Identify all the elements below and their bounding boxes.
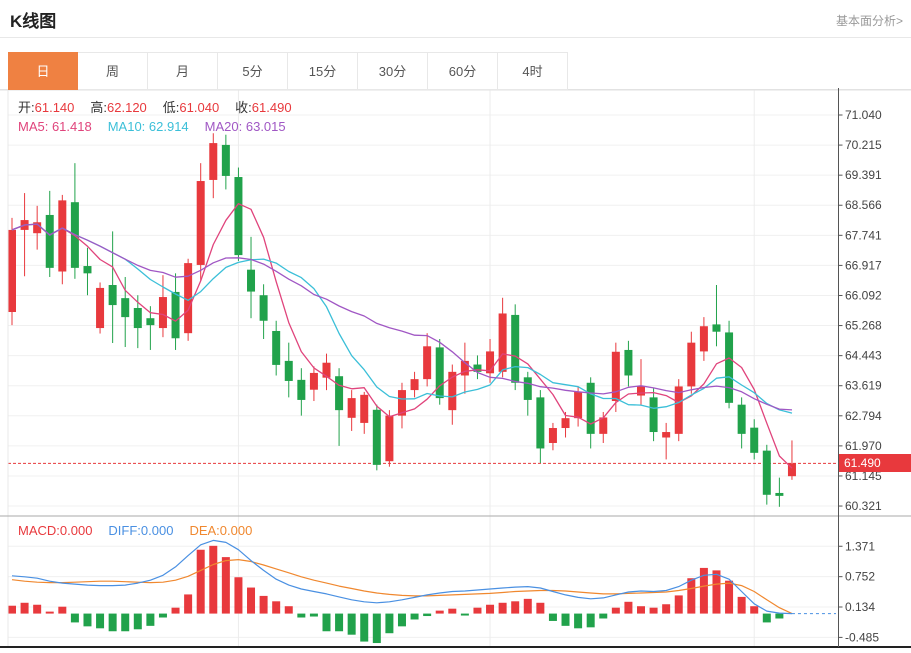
svg-text:66.917: 66.917	[845, 258, 882, 272]
svg-text:60.321: 60.321	[845, 499, 882, 513]
high-readout: 高:62.120	[90, 100, 147, 115]
svg-text:70.215: 70.215	[845, 138, 882, 152]
ma-legend: MA5: 61.418 MA10: 62.914 MA20: 63.015	[18, 119, 286, 134]
svg-text:66.092: 66.092	[845, 288, 882, 302]
open-readout: 开:61.140	[18, 100, 75, 115]
ma10-readout: MA10: 62.914	[107, 119, 189, 134]
close-readout: 收:61.490	[235, 100, 292, 115]
tab-week[interactable]: 周	[78, 52, 148, 90]
ma20-readout: MA20: 63.015	[204, 119, 286, 134]
tab-month[interactable]: 月	[148, 52, 218, 90]
last-price-badge: 61.490	[839, 454, 911, 472]
ma5-readout: MA5: 61.418	[18, 119, 92, 134]
svg-text:0.752: 0.752	[845, 570, 875, 584]
svg-text:61.970: 61.970	[845, 439, 882, 453]
svg-text:-0.485: -0.485	[845, 630, 879, 644]
tab-15min[interactable]: 15分	[288, 52, 358, 90]
low-readout: 低:61.040	[162, 100, 220, 115]
tab-60min[interactable]: 60分	[428, 52, 498, 90]
tab-30min[interactable]: 30分	[358, 52, 428, 90]
tab-5min[interactable]: 5分	[218, 52, 288, 90]
svg-text:67.741: 67.741	[845, 228, 882, 242]
svg-text:71.040: 71.040	[845, 108, 882, 122]
svg-text:0.134: 0.134	[845, 600, 875, 614]
svg-text:64.443: 64.443	[845, 349, 882, 363]
svg-text:68.566: 68.566	[845, 198, 882, 212]
diff-readout: DIFF:0.000	[108, 523, 174, 538]
svg-text:1.371: 1.371	[845, 539, 875, 553]
svg-text:69.391: 69.391	[845, 168, 882, 182]
period-tabs: 日 周 月 5分 15分 30分 60分 4时	[8, 52, 568, 90]
macd-legend: MACD:0.000 DIFF:0.000 DEA:0.000	[18, 523, 252, 538]
tab-4hour[interactable]: 4时	[498, 52, 568, 90]
svg-text:62.794: 62.794	[845, 409, 882, 423]
svg-text:63.619: 63.619	[845, 379, 882, 393]
tab-day[interactable]: 日	[8, 52, 78, 90]
ohlc-readout: 开:61.140 高:62.120 低:61.040 收:61.490	[18, 97, 292, 116]
macd-readout: MACD:0.000	[18, 523, 93, 538]
svg-text:65.268: 65.268	[845, 319, 882, 333]
dea-readout: DEA:0.000	[189, 523, 253, 538]
